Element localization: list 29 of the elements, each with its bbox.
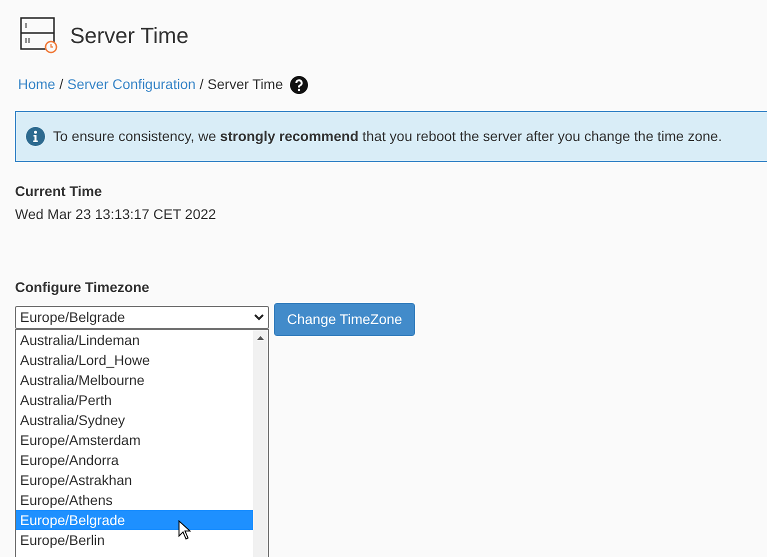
dropdown-option[interactable]: Australia/Perth [16, 390, 253, 410]
info-icon [26, 127, 45, 146]
notice-text: To ensure consistency, we strongly recommend that you reboot the server after you change the time zone. [53, 127, 722, 146]
dropdown-option[interactable]: Australia/Lindeman [16, 330, 253, 350]
dropdown-option[interactable]: Europe/Andorra [16, 450, 253, 470]
page-title: Server Time [70, 22, 189, 50]
breadcrumb-link[interactable]: Server Configuration [67, 74, 196, 95]
dropdown-option[interactable]: Europe/Athens [16, 490, 253, 510]
breadcrumb-link[interactable]: Home [18, 74, 56, 95]
timezone-select[interactable]: Europe/Belgrade [15, 306, 269, 329]
breadcrumb-current: Server Time [208, 75, 284, 94]
scrollbar[interactable] [253, 330, 268, 557]
breadcrumb-separator: / [58, 75, 64, 94]
dropdown-option[interactable]: Europe/Astrakhan [16, 470, 253, 490]
chevron-down-icon [254, 314, 264, 321]
scroll-up-arrow-icon[interactable] [257, 336, 264, 340]
dropdown-option[interactable]: Europe/Amsterdam [16, 430, 253, 450]
timezone-label: Configure Timezone [15, 278, 150, 297]
dropdown-option[interactable]: Europe/Berlin [16, 530, 253, 550]
change-timezone-button[interactable]: Change TimeZone [274, 303, 416, 336]
help-icon[interactable] [290, 76, 308, 94]
breadcrumb-separator: / [198, 75, 205, 94]
dropdown-option[interactable]: Australia/Lord_Howe [16, 350, 253, 370]
mouse-cursor-icon [178, 520, 191, 540]
current-time-label: Current Time [15, 182, 103, 201]
current-time-value: Wed Mar 23 13:13:17 CET 2022 [15, 205, 218, 224]
server-clock-icon [20, 17, 58, 54]
dropdown-option[interactable]: Australia/Sydney [16, 410, 253, 430]
dropdown-option[interactable]: Australia/Melbourne [16, 370, 253, 390]
